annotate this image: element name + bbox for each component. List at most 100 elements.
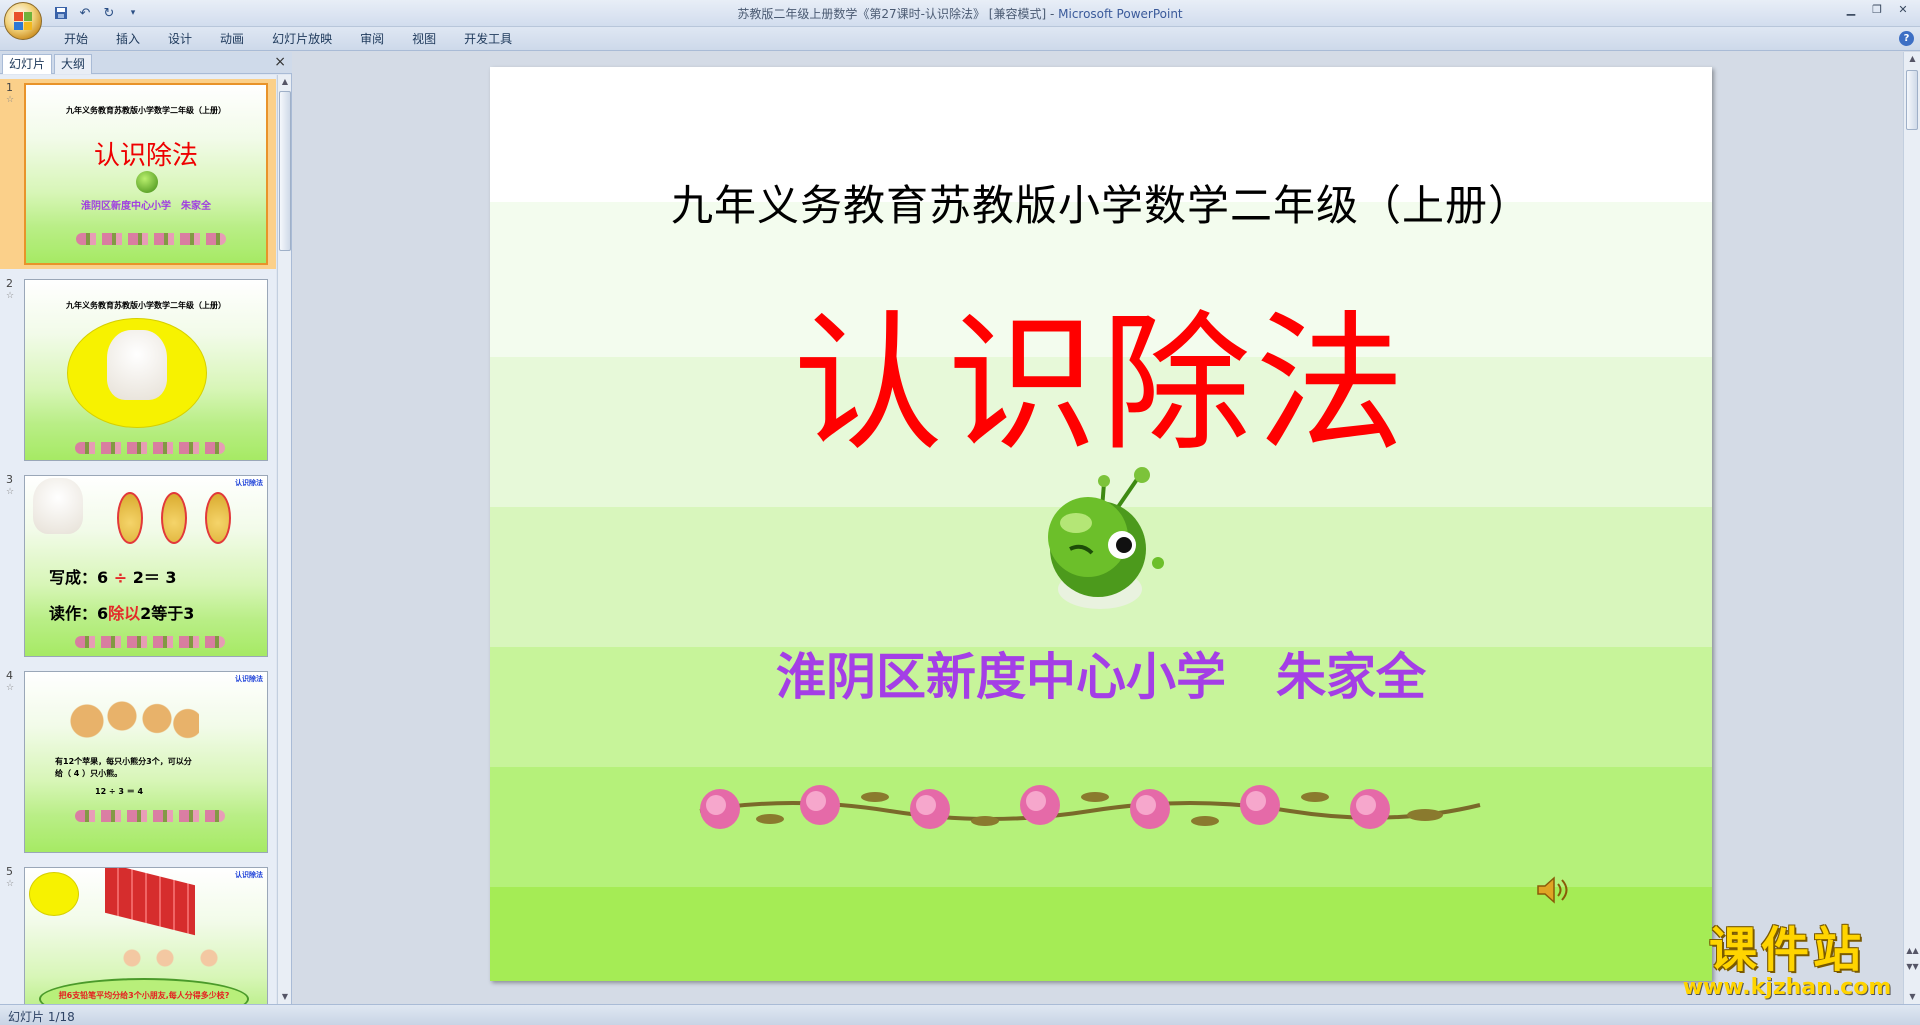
thumb-text: 给（ 4 ）只小熊。	[55, 769, 123, 778]
animation-star-icon: ☆	[6, 291, 15, 301]
thumbnail-canvas: 九年义务教育苏教版小学数学二年级（上册） 认识除法 淮阴区新度中心小学 朱家全	[24, 83, 268, 265]
watermark-brand: 课件站	[1708, 922, 1865, 978]
office-logo-icon	[14, 12, 32, 30]
next-slide-icon[interactable]: ▼▼	[1904, 962, 1920, 976]
tab-review[interactable]: 审阅	[346, 30, 398, 48]
animation-star-icon: ☆	[6, 487, 15, 497]
goat-character-image	[33, 478, 83, 534]
divide-sign: ÷	[113, 568, 128, 587]
flower-garland	[75, 636, 225, 648]
slides-pane: 幻灯片 大纲 × 1 ☆ 九年义务教育苏教版小学数学二年级（上册） 认识除法 淮…	[0, 52, 292, 1004]
read-part: 读作：6	[49, 604, 109, 623]
thumbnail-canvas: 九年义务教育苏教版小学数学二年级（上册）	[24, 279, 268, 461]
slide-thumbnail-1[interactable]: 1 ☆ 九年义务教育苏教版小学数学二年级（上册） 认识除法 淮阴区新度中心小学 …	[0, 79, 276, 269]
thumb-tag: 认识除法	[235, 675, 263, 683]
tab-home[interactable]: 开始	[50, 30, 102, 48]
minimize-icon[interactable]: ▁	[1838, 0, 1864, 18]
scroll-down-icon[interactable]: ▼	[1904, 990, 1920, 1004]
slide-thumbnail-2[interactable]: 2 ☆ 九年义务教育苏教版小学数学二年级（上册）	[0, 275, 276, 465]
document-title: 苏教版二年级上册数学《第27课时-认识除法》 [兼容模式] -	[737, 7, 1059, 21]
window-title: 苏教版二年级上册数学《第27课时-认识除法》 [兼容模式] - Microsof…	[0, 5, 1920, 22]
tab-slide-show[interactable]: 幻灯片放映	[258, 30, 346, 48]
sun-image	[29, 872, 79, 916]
green-bug-mascot-icon	[1048, 467, 1164, 609]
thumb-reading-line: 读作：6除以2等于3	[49, 600, 194, 624]
animation-star-icon: ☆	[6, 683, 15, 693]
thumbnail-canvas: 认识除法 有12个苹果，每只小熊分3个，可以分 给（ 4 ）只小熊。 12 ÷ …	[24, 671, 268, 853]
window-controls: ▁ ❐ ✕	[1838, 0, 1916, 18]
tab-design[interactable]: 设计	[154, 30, 206, 48]
animation-star-icon: ☆	[6, 879, 15, 889]
slide-number: 4	[6, 669, 13, 682]
status-bar: 幻灯片 1/18	[0, 1004, 1920, 1025]
flower-garland	[75, 810, 225, 822]
thumbnail-canvas: 认识除法 把6支铅笔平均分给3个小朋友,每人分得多少枝?	[24, 867, 268, 1004]
current-slide[interactable]: 九年义务教育苏教版小学数学二年级（上册） 认识除法 淮阴区新度中心小学 朱家全	[490, 67, 1712, 981]
scroll-up-icon[interactable]: ▲	[1904, 52, 1920, 66]
thumb-equation: 12 ÷ 3 ＝ 4	[95, 787, 144, 796]
thumb-tag: 认识除法	[235, 871, 263, 879]
animation-star-icon: ☆	[6, 95, 15, 105]
bug-mascot-icon	[136, 171, 158, 193]
pencils-image	[105, 868, 195, 936]
tab-animations[interactable]: 动画	[206, 30, 258, 48]
slide-number: 5	[6, 865, 13, 878]
slide-title[interactable]: 认识除法	[490, 306, 1712, 465]
pane-tab-bar: 幻灯片 大纲 ×	[0, 52, 292, 74]
tab-slides[interactable]: 幻灯片	[2, 54, 53, 74]
ribbon-tab-bar: 开始 插入 设计 动画 幻灯片放映 审阅 视图 开发工具 ?	[0, 27, 1920, 51]
bears-image	[59, 696, 199, 746]
thumb-header: 九年义务教育苏教版小学数学二年级（上册）	[66, 301, 226, 310]
thumb-subtitle: 淮阴区新度中心小学 朱家全	[81, 201, 211, 212]
thumbnail-scrollbar[interactable]: ▲ ▼	[277, 75, 291, 1004]
flower-garland	[75, 442, 225, 454]
close-icon[interactable]: ✕	[1890, 0, 1916, 18]
thumb-tag: 认识除法	[235, 479, 263, 487]
slide-counter: 幻灯片 1/18	[8, 1010, 75, 1024]
office-button[interactable]	[4, 2, 42, 40]
site-watermark: 课件站 www.kjzhan.com	[1668, 924, 1906, 1004]
slide-number: 1	[6, 81, 13, 94]
editor-vertical-scrollbar[interactable]: ▲ ▲▲ ▼▼ ▼	[1903, 52, 1920, 1004]
eq-part: 写成：6	[49, 568, 114, 587]
restore-icon[interactable]: ❐	[1864, 0, 1890, 18]
slide-number: 3	[6, 473, 13, 486]
title-bar: ↶ ↻ ▾ 苏教版二年级上册数学《第27课时-认识除法》 [兼容模式] - Mi…	[0, 0, 1920, 40]
eq-part: 2＝ 3	[127, 568, 177, 587]
scroll-up-icon[interactable]: ▲	[278, 75, 292, 89]
kids-image	[121, 942, 231, 982]
thumb-text: 有12个苹果，每只小熊分3个，可以分	[55, 757, 192, 766]
flower-garland-image	[699, 785, 1481, 829]
thumb-header: 九年义务教育苏教版小学数学二年级（上册）	[66, 106, 226, 115]
scroll-down-icon[interactable]: ▼	[278, 990, 292, 1004]
speaker-icon[interactable]	[1535, 875, 1569, 905]
thumbnail-canvas: 认识除法 写成：6 ÷ 2＝ 3 读作：6除以2等于3	[24, 475, 268, 657]
close-pane-icon[interactable]: ×	[274, 54, 286, 70]
flower-garland	[76, 233, 226, 245]
slide-thumbnail-5[interactable]: 5 ☆ 认识除法 把6支铅笔平均分给3个小朋友,每人分得多少枝?	[0, 863, 276, 1004]
tab-view[interactable]: 视图	[398, 30, 450, 48]
slide-subtitle[interactable]: 淮阴区新度中心小学 朱家全	[490, 637, 1712, 709]
app-name: Microsoft PowerPoint	[1058, 7, 1183, 21]
divide-word: 除以	[108, 604, 141, 623]
tab-outline[interactable]: 大纲	[54, 54, 93, 74]
pear-image	[161, 492, 187, 544]
goat-character-image	[107, 330, 167, 400]
help-icon[interactable]: ?	[1899, 31, 1914, 46]
slide-thumbnail-3[interactable]: 3 ☆ 认识除法 写成：6 ÷ 2＝ 3 读作：6除以2等于3	[0, 471, 276, 661]
thumb-equation-line: 写成：6 ÷ 2＝ 3	[49, 564, 177, 588]
read-part: 2等于3	[140, 604, 195, 623]
thumb-title: 认识除法	[93, 141, 198, 171]
slide-thumbnail-4[interactable]: 4 ☆ 认识除法 有12个苹果，每只小熊分3个，可以分 给（ 4 ）只小熊。 1…	[0, 667, 276, 857]
pear-image	[205, 492, 231, 544]
tab-insert[interactable]: 插入	[102, 30, 154, 48]
scrollbar-thumb[interactable]	[279, 91, 291, 251]
previous-slide-icon[interactable]: ▲▲	[1904, 946, 1920, 960]
slide-thumbnail-list: 1 ☆ 九年义务教育苏教版小学数学二年级（上册） 认识除法 淮阴区新度中心小学 …	[0, 75, 276, 1004]
slide-number: 2	[6, 277, 13, 290]
scrollbar-thumb[interactable]	[1906, 70, 1918, 130]
watermark-url: www.kjzhan.com	[1682, 975, 1892, 1000]
slide-header[interactable]: 九年义务教育苏教版小学数学二年级（上册）	[490, 172, 1712, 233]
tab-developer[interactable]: 开发工具	[450, 30, 526, 48]
pear-image	[117, 492, 143, 544]
